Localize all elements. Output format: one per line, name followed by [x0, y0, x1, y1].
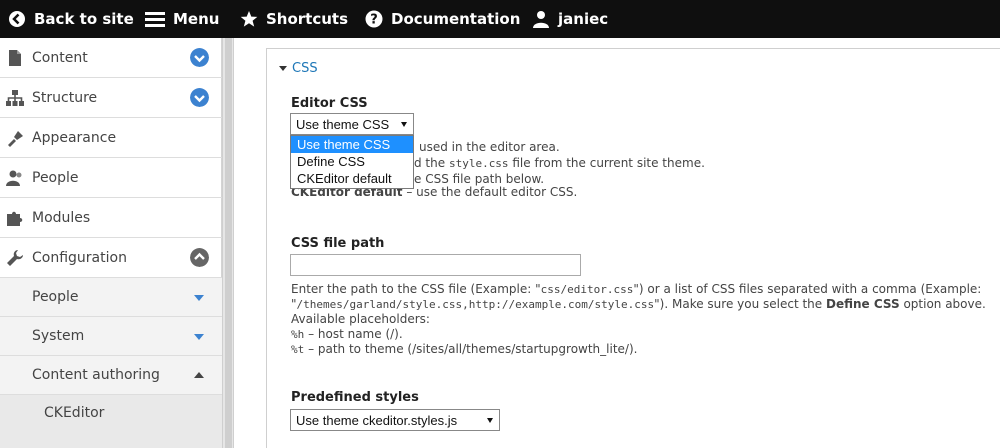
scrollbar-thumb[interactable] [225, 38, 232, 448]
sidebar-item-content-authoring[interactable]: Content authoring [0, 356, 222, 395]
sitemap-icon [6, 89, 24, 106]
path-desc-line-5: %t – path to theme (/sites/all/themes/st… [291, 342, 991, 357]
back-to-site-label: Back to site [34, 10, 134, 28]
hamburger-icon [145, 12, 165, 27]
editor-css-select[interactable]: Use theme CSS [290, 113, 414, 135]
desc-code: /themes/garland/style.css,http://example… [296, 298, 655, 311]
editor-css-desc-2: d the style.css file from the current si… [414, 156, 705, 171]
people-icon [6, 170, 22, 186]
sidebar-item-label: Content authoring [32, 367, 160, 383]
chevron-up-icon[interactable] [190, 248, 209, 267]
desc-text: – use the default editor CSS. [402, 185, 578, 199]
brush-icon [8, 130, 23, 147]
desc-text: option above. [899, 297, 986, 311]
sidebar-item-label: Modules [32, 209, 91, 226]
sidebar-item-configuration[interactable]: Configuration [0, 238, 222, 278]
sidebar-item-modules[interactable]: Modules [0, 198, 222, 238]
css-file-path-label: CSS file path [291, 236, 385, 251]
desc-code: css/editor.css [540, 283, 634, 296]
option-use-theme-css[interactable]: Use theme CSS [291, 136, 413, 153]
shortcuts-label: Shortcuts [266, 10, 349, 28]
desc-code: %h [291, 328, 305, 341]
sidebar-item-label: System [32, 328, 85, 344]
triangle-down-icon [279, 66, 287, 71]
sidebar-item-people-sub[interactable]: People [0, 278, 222, 317]
sidebar-item-people[interactable]: People [0, 158, 222, 198]
help-icon: ? [365, 10, 383, 28]
user-name: janiec [558, 10, 609, 28]
shortcuts-link[interactable]: Shortcuts [240, 0, 348, 38]
user-icon [533, 11, 549, 28]
wrench-icon [7, 249, 23, 266]
path-desc-line-3: Available placeholders: [291, 312, 430, 326]
path-desc-line-2: "/themes/garland/style.css,http://exampl… [291, 297, 991, 312]
predefined-styles-selected-value: Use theme ckeditor.styles.js [296, 412, 458, 428]
chevron-down-icon[interactable] [190, 88, 209, 107]
sidebar-item-label: People [32, 169, 79, 186]
path-desc-line-4: %h – host name (/). [291, 327, 991, 342]
desc-text: – host name (/). [304, 327, 403, 341]
triangle-up-icon[interactable] [194, 372, 204, 378]
back-arrow-icon [9, 11, 25, 27]
sidebar-item-system[interactable]: System [0, 317, 222, 356]
sidebar-item-structure[interactable]: Structure [0, 78, 222, 118]
sidebar-item-ckeditor[interactable]: CKEditor [0, 395, 222, 448]
sidebar-item-appearance[interactable]: Appearance [0, 118, 222, 158]
svg-text:?: ? [370, 13, 378, 28]
sidebar-item-label: Configuration [32, 249, 127, 266]
editor-css-selected-value: Use theme CSS [296, 116, 390, 132]
editor-css-label: Editor CSS [291, 96, 368, 111]
documentation-label: Documentation [391, 10, 521, 28]
page-icon [9, 49, 21, 66]
admin-sidebar: Content Structure Appearance People Modu… [0, 38, 222, 448]
back-to-site-link[interactable]: Back to site [8, 0, 134, 38]
editor-css-options[interactable]: Use theme CSS Define CSS CKEditor defaul… [290, 135, 414, 189]
puzzle-icon [7, 211, 23, 226]
sidebar-item-content[interactable]: Content [0, 38, 222, 78]
sidebar-scrollbar[interactable] [222, 38, 234, 448]
triangle-down-icon[interactable] [194, 295, 204, 301]
sidebar-item-label: Content [32, 49, 88, 66]
sidebar-item-label: Appearance [32, 129, 117, 146]
predefined-styles-select[interactable]: Use theme ckeditor.styles.js [290, 409, 500, 431]
desc-text: file from the current site theme. [508, 156, 705, 170]
option-ckeditor-default[interactable]: CKEditor default [291, 170, 413, 187]
desc-code: style.css [448, 157, 509, 170]
menu-toggle[interactable]: Menu [145, 0, 219, 38]
css-file-path-input[interactable] [290, 254, 581, 276]
css-file-path-desc: Enter the path to the CSS file (Example:… [291, 282, 991, 357]
desc-text: Enter the path to the CSS file (Example:… [291, 282, 541, 296]
sidebar-item-label: Structure [32, 89, 98, 106]
sidebar-item-label: People [32, 289, 79, 305]
desc-text: "). Make sure you select the [654, 297, 826, 311]
menu-label: Menu [173, 10, 220, 28]
css-section-toggle[interactable]: CSS [279, 61, 318, 76]
predefined-styles-label: Predefined styles [291, 390, 419, 405]
desc-text: ") or a list of CSS files separated with… [633, 282, 982, 296]
sidebar-item-label: CKEditor [44, 405, 105, 421]
desc-bold: Define CSS [825, 297, 900, 311]
star-icon [240, 11, 258, 27]
documentation-link[interactable]: ? Documentation [365, 0, 520, 38]
css-section-legend: CSS [292, 61, 318, 76]
dropdown-arrow-icon [401, 122, 407, 127]
desc-text: d the [414, 156, 449, 170]
user-link[interactable]: janiec [532, 0, 608, 38]
triangle-down-icon[interactable] [194, 334, 204, 340]
path-desc-line-1: Enter the path to the CSS file (Example:… [291, 282, 991, 297]
chevron-down-icon[interactable] [190, 48, 209, 67]
desc-code: %t [291, 343, 305, 356]
dropdown-arrow-icon [487, 418, 493, 423]
option-define-css[interactable]: Define CSS [291, 153, 413, 170]
admin-toolbar: Back to site Menu Shortcuts ? Documentat… [0, 0, 1000, 38]
editor-css-desc-1: used in the editor area. [419, 140, 560, 154]
desc-text: – path to theme (/sites/all/themes/start… [304, 342, 638, 356]
